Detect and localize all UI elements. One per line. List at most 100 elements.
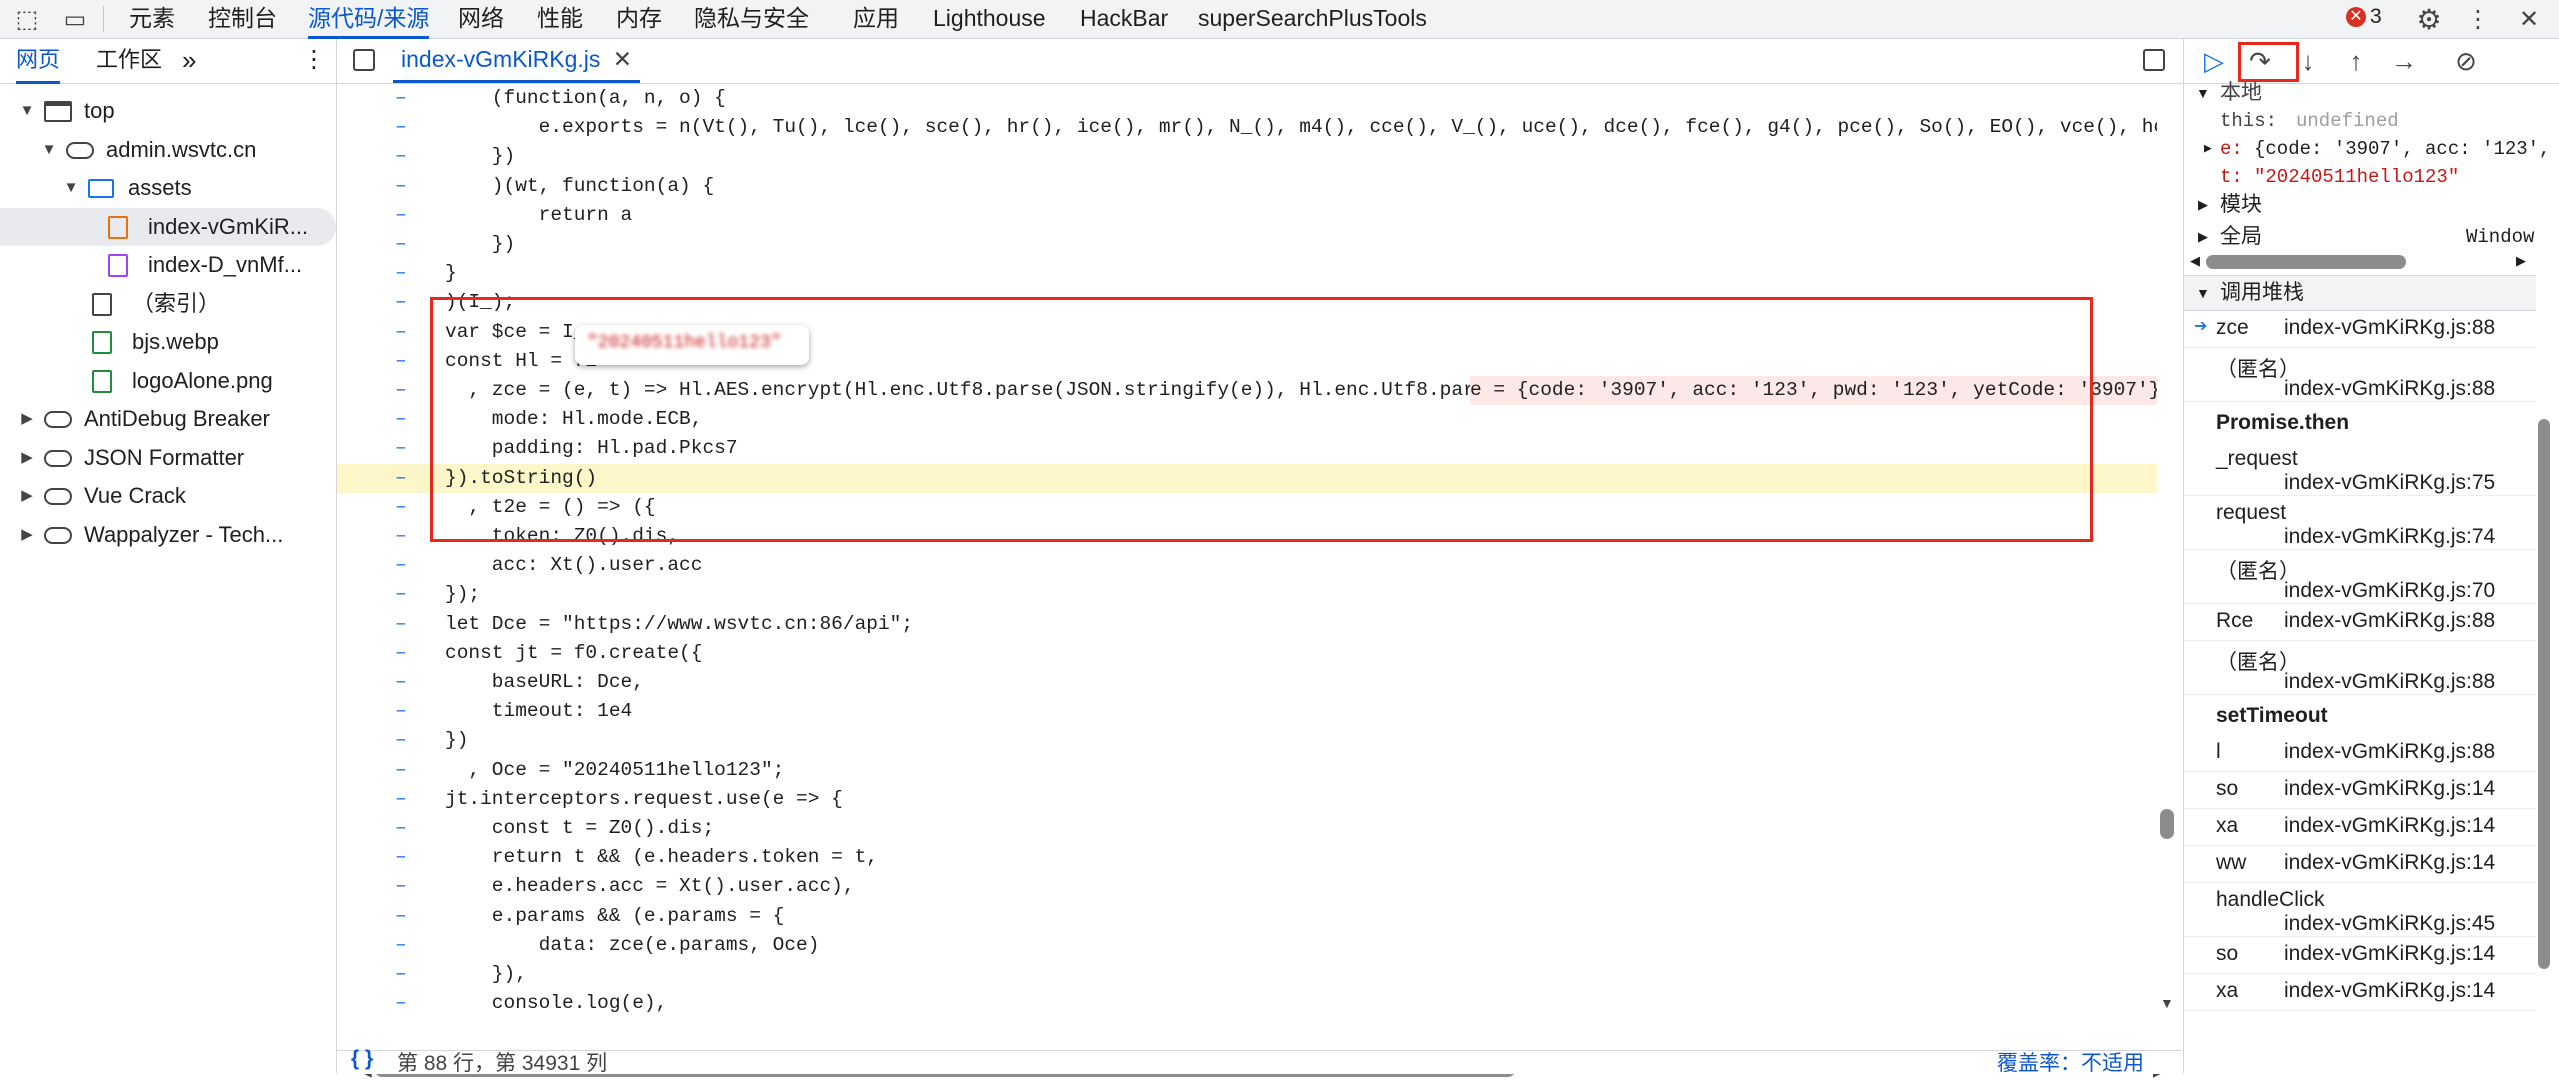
callstack-frame[interactable]: （匿名） index-vGmKiRKg.js:70	[2184, 549, 2536, 604]
gutter-mark[interactable]: –	[395, 902, 407, 931]
frame-location[interactable]: index-vGmKiRKg.js:88	[2284, 609, 2495, 633]
toggle-debugger-icon[interactable]	[2143, 49, 2165, 71]
code-line[interactable]: – timeout: 1e4	[337, 697, 2157, 726]
tree-item[interactable]: logoAlone.png	[0, 362, 336, 400]
step-icon[interactable]: →	[2386, 43, 2422, 79]
callstack-frame[interactable]: ww index-vGmKiRKg.js:14	[2184, 845, 2536, 883]
tab-lighthouse[interactable]: Lighthouse	[933, 0, 1046, 36]
frame-location[interactable]: index-vGmKiRKg.js:70	[2284, 579, 2495, 603]
tab-performance[interactable]: 性能	[537, 0, 583, 36]
code-line[interactable]: – jt.interceptors.request.use(e => {	[337, 785, 2157, 814]
gutter-mark[interactable]: –	[395, 84, 407, 113]
gutter-mark[interactable]: –	[395, 405, 407, 434]
gutter-mark[interactable]: –	[395, 668, 407, 697]
code-line[interactable]: – (function(a, n, o) {	[337, 84, 2157, 113]
tab-network[interactable]: 网络	[458, 0, 504, 36]
callstack-frame[interactable]: xa index-vGmKiRKg.js:14	[2184, 973, 2536, 1011]
error-icon[interactable]: ✕	[2346, 7, 2366, 27]
gutter-mark[interactable]: –	[395, 201, 407, 230]
code-line[interactable]: – }),	[337, 960, 2157, 989]
gutter-mark[interactable]: –	[395, 551, 407, 580]
frame-location[interactable]: index-vGmKiRKg.js:14	[2284, 942, 2495, 966]
code-line[interactable]: – const t = Z0().dis;	[337, 814, 2157, 843]
tree-item[interactable]: ▶ Vue Crack	[0, 477, 336, 515]
expanded-triangle-icon[interactable]: ▼	[18, 92, 36, 130]
gutter-mark[interactable]: –	[395, 142, 407, 171]
tab-console[interactable]: 控制台	[208, 0, 277, 36]
code-line[interactable]: – e.exports = n(Vt(), Tu(), lce(), sce()…	[337, 113, 2157, 142]
gutter-mark[interactable]: –	[395, 113, 407, 142]
code-line[interactable]: –})	[337, 726, 2157, 755]
frame-location[interactable]: index-vGmKiRKg.js:14	[2284, 777, 2495, 801]
error-count[interactable]: 3	[2370, 0, 2382, 36]
code-line[interactable]: – e.headers.acc = Xt().user.acc),	[337, 872, 2157, 901]
gutter-mark[interactable]: –	[395, 726, 407, 755]
more-tabs-icon[interactable]: »	[182, 39, 196, 81]
gutter-mark[interactable]: –	[395, 259, 407, 288]
gutter-mark[interactable]: –	[395, 872, 407, 901]
expanded-triangle-icon[interactable]: ▼	[62, 169, 80, 207]
scope-global[interactable]: ▶ 全局 Window	[2184, 221, 2536, 253]
code-line[interactable]: – padding: Hl.pad.Pkcs7	[337, 434, 2157, 463]
callstack-frame[interactable]: so index-vGmKiRKg.js:14	[2184, 936, 2536, 974]
tab-application[interactable]: 应用	[853, 0, 899, 36]
scope-horizontal-scrollbar[interactable]: ◀ ▶	[2190, 253, 2530, 271]
gutter-mark[interactable]: –	[395, 756, 407, 785]
gutter-mark[interactable]: –	[395, 464, 407, 493]
code-line[interactable]: –)(I_);	[337, 288, 2157, 317]
code-area[interactable]: – (function(a, n, o) {– e.exports = n(Vt…	[337, 83, 2157, 1058]
callstack-frame[interactable]: ➔ zce index-vGmKiRKg.js:88	[2184, 310, 2536, 348]
gutter-mark[interactable]: –	[395, 434, 407, 463]
tab-page[interactable]: 网页	[16, 39, 61, 84]
scope-e[interactable]: ▶ e: {code: '3907', acc: '123',	[2184, 135, 2550, 163]
tab-privacy-security[interactable]: 隐私与安全	[694, 0, 809, 36]
step-into-icon[interactable]: ↓	[2290, 43, 2326, 79]
tree-item[interactable]: ▶ Wappalyzer - Tech...	[0, 516, 336, 554]
code-line[interactable]: – return a	[337, 201, 2157, 230]
frame-location[interactable]: index-vGmKiRKg.js:14	[2284, 814, 2495, 838]
gutter-mark[interactable]: –	[395, 376, 407, 405]
expanded-triangle-icon[interactable]: ▼	[40, 131, 58, 169]
code-line[interactable]: – console.log(e),	[337, 989, 2157, 1018]
gutter-mark[interactable]: –	[395, 172, 407, 201]
resume-icon[interactable]: ▷	[2196, 43, 2232, 79]
frame-location[interactable]: index-vGmKiRKg.js:74	[2284, 525, 2495, 549]
tab-sources[interactable]: 源代码/来源	[308, 0, 430, 39]
gutter-mark[interactable]: –	[395, 493, 407, 522]
tab-workspace[interactable]: 工作区	[96, 39, 162, 81]
gutter-mark[interactable]: –	[395, 843, 407, 872]
tree-item[interactable]: index-vGmKiR...	[0, 207, 336, 246]
tree-item[interactable]: ▶ JSON Formatter	[0, 439, 336, 477]
callstack-frame[interactable]: Rce index-vGmKiRKg.js:88	[2184, 603, 2536, 641]
frame-location[interactable]: index-vGmKiRKg.js:45	[2284, 912, 2495, 936]
tree-item[interactable]: ▶ AntiDebug Breaker	[0, 400, 336, 438]
code-line[interactable]: – let Dce = "https://www.wsvtc.cn:86/api"…	[337, 610, 2157, 639]
vertical-scroll-thumb[interactable]	[2160, 809, 2174, 839]
gutter-mark[interactable]: –	[395, 580, 407, 609]
code-line[interactable]: – , Oce = "20240511hello123";	[337, 756, 2157, 785]
inspect-element-icon[interactable]: ⬚	[12, 4, 42, 34]
code-line[interactable]: – )(wt, function(a) {	[337, 172, 2157, 201]
code-line[interactable]: – mode: Hl.mode.ECB,	[337, 405, 2157, 434]
callstack-frame[interactable]: （匿名） index-vGmKiRKg.js:88	[2184, 640, 2536, 695]
frame-location[interactable]: index-vGmKiRKg.js:88	[2284, 316, 2495, 340]
tree-item[interactable]: ▼ assets	[0, 169, 336, 207]
collapsed-triangle-icon[interactable]: ▶	[18, 477, 36, 515]
code-line[interactable]: –}	[337, 259, 2157, 288]
callstack-frame[interactable]: handleClick index-vGmKiRKg.js:45	[2184, 882, 2536, 937]
tab-hackbar[interactable]: HackBar	[1080, 0, 1168, 36]
code-line[interactable]: – , t2e = () => ({	[337, 493, 2157, 522]
toggle-navigator-icon[interactable]	[353, 49, 375, 71]
callstack-frame[interactable]: so index-vGmKiRKg.js:14	[2184, 771, 2536, 809]
gutter-mark[interactable]: –	[395, 610, 407, 639]
gutter-mark[interactable]: –	[395, 230, 407, 259]
gutter-mark[interactable]: –	[395, 785, 407, 814]
step-out-icon[interactable]: ↑	[2338, 43, 2374, 79]
collapsed-triangle-icon[interactable]: ▶	[18, 439, 36, 477]
scope-scroll-thumb[interactable]	[2206, 255, 2406, 269]
code-line[interactable]: – })	[337, 142, 2157, 171]
callstack-frame[interactable]: _request index-vGmKiRKg.js:75	[2184, 441, 2536, 496]
step-over-icon[interactable]: ↷	[2242, 43, 2278, 79]
gutter-mark[interactable]: –	[395, 960, 407, 989]
gutter-mark[interactable]: –	[395, 288, 407, 317]
